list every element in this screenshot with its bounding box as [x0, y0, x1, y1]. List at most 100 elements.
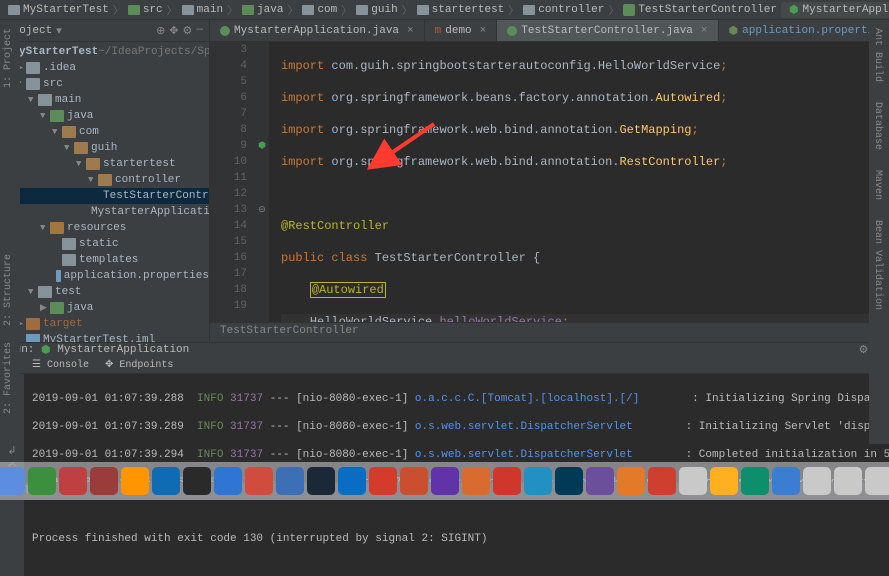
dock-app-12[interactable]	[307, 467, 335, 495]
favorites-stripe[interactable]: 2: Favorites	[0, 334, 17, 422]
breadcrumb-com[interactable]: com	[298, 4, 341, 16]
tree-resources[interactable]: ▼resources	[0, 220, 209, 236]
left-tool-strip: 1: Project 2: Structure 2: Favorites	[0, 20, 20, 444]
run-config-name: MystarterApplication	[57, 344, 189, 356]
dock-app-29[interactable]	[834, 467, 862, 495]
gear-icon[interactable]: ⚙	[859, 343, 869, 357]
spring-run-icon[interactable]: ⬢	[255, 138, 269, 154]
tree-idea[interactable]: ▶.idea	[0, 60, 209, 76]
tree-templates[interactable]: templates	[0, 252, 209, 268]
tab-demo[interactable]: mdemo×	[425, 20, 498, 41]
navigation-bar: MyStarterTest 〉src 〉main 〉java 〉com 〉gui…	[0, 0, 889, 20]
dock-app-13[interactable]	[338, 467, 366, 495]
tree-testjava[interactable]: ▶java	[0, 300, 209, 316]
code-editor[interactable]: 345678910111213141516171819 ⬢ ⊝ import c…	[210, 42, 889, 322]
dock-app-28[interactable]	[803, 467, 831, 495]
dock-app-20[interactable]	[555, 467, 583, 495]
structure-stripe[interactable]: 2: Structure	[0, 246, 17, 334]
tree-target[interactable]: ▶target	[0, 316, 209, 332]
tree-controller[interactable]: ▼controller	[0, 172, 209, 188]
tab-teststarter[interactable]: TestStarterController.java×	[497, 20, 718, 41]
tree-iml[interactable]: MyStarterTest.iml	[0, 332, 209, 342]
breadcrumb-main[interactable]: main	[178, 4, 227, 16]
bean-stripe[interactable]: Bean Validation	[869, 212, 886, 318]
dock-app-4[interactable]	[59, 467, 87, 495]
tree-main[interactable]: ▼main	[0, 92, 209, 108]
macos-dock[interactable]	[0, 462, 889, 500]
tree-src[interactable]: ▼src	[0, 76, 209, 92]
tree-file-mystarter[interactable]: MystarterApplication	[0, 204, 209, 220]
run-config-selector[interactable]: ⬢MystarterApplication ▾	[781, 2, 889, 18]
project-panel-header: Project ▾ ⊕ ✥ ⚙ —	[0, 20, 209, 42]
dock-app-11[interactable]	[276, 467, 304, 495]
dock-app-21[interactable]	[586, 467, 614, 495]
close-icon[interactable]: ×	[407, 25, 414, 37]
dock-app-26[interactable]	[741, 467, 769, 495]
project-stripe[interactable]: 1: Project	[0, 20, 17, 96]
console-tab[interactable]: ☰ Console	[24, 357, 97, 373]
tree-startertest[interactable]: ▼startertest	[0, 156, 209, 172]
editor-breadcrumb[interactable]: TestStarterController	[210, 322, 889, 342]
breadcrumb-file[interactable]: TestStarterController	[619, 4, 781, 16]
breadcrumb-controller[interactable]: controller	[519, 4, 608, 16]
right-tool-strip: Ant Build Database Maven Bean Validation	[869, 20, 889, 444]
dock-app-3[interactable]	[28, 467, 56, 495]
tree-static[interactable]: static	[0, 236, 209, 252]
tree-com[interactable]: ▼com	[0, 124, 209, 140]
gutter-icons: ⬢ ⊝	[255, 42, 269, 322]
dock-app-6[interactable]	[121, 467, 149, 495]
run-tool-window: Run: ⬢ MystarterApplication ⚙— ☰ Console…	[0, 342, 889, 482]
code-content[interactable]: import com.guih.springbootstarterautocon…	[269, 42, 889, 322]
tree-appprops[interactable]: application.properties	[0, 268, 209, 284]
project-tool-window: Project ▾ ⊕ ✥ ⚙ — ▼MyStarterTest ~/IdeaP…	[0, 20, 210, 342]
tree-test[interactable]: ▼test	[0, 284, 209, 300]
editor-area: MystarterApplication.java× mdemo× TestSt…	[210, 20, 889, 342]
dock-app-27[interactable]	[772, 467, 800, 495]
endpoints-tab[interactable]: ✥ Endpoints	[97, 357, 181, 373]
tree-root[interactable]: ▼MyStarterTest ~/IdeaProjects/SpringE	[0, 44, 209, 60]
dock-app-25[interactable]	[710, 467, 738, 495]
select-file-icon[interactable]: ✥	[169, 24, 178, 38]
breadcrumb-src[interactable]: src	[124, 4, 167, 16]
tab-mystarter[interactable]: MystarterApplication.java×	[210, 20, 425, 41]
dock-app-5[interactable]	[90, 467, 118, 495]
dock-app-9[interactable]	[214, 467, 242, 495]
dock-app-14[interactable]	[369, 467, 397, 495]
close-icon[interactable]: ×	[701, 25, 708, 37]
project-tree[interactable]: ▼MyStarterTest ~/IdeaProjects/SpringE ▶.…	[0, 42, 209, 342]
gear-icon[interactable]: ⚙	[183, 24, 193, 38]
dock-app-19[interactable]	[524, 467, 552, 495]
editor-tabs: MystarterApplication.java× mdemo× TestSt…	[210, 20, 889, 42]
collapse-icon[interactable]: ⊕	[156, 24, 165, 38]
dock-app-30[interactable]	[865, 467, 889, 495]
breadcrumb-startertest[interactable]: startertest	[413, 4, 509, 16]
line-gutter: 345678910111213141516171819	[210, 42, 255, 322]
tree-guih[interactable]: ▼guih	[0, 140, 209, 156]
dock-app-2[interactable]	[0, 467, 25, 495]
close-icon[interactable]: ×	[480, 25, 487, 37]
mapping-icon[interactable]: ⊝	[255, 202, 269, 218]
tab-appprops[interactable]: ⬢application.properties×	[719, 20, 889, 41]
dock-app-23[interactable]	[648, 467, 676, 495]
run-header: Run: ⬢ MystarterApplication ⚙—	[0, 343, 889, 357]
dock-app-18[interactable]	[493, 467, 521, 495]
tree-file-teststarter[interactable]: TestStarterControlle	[0, 188, 209, 204]
tree-java[interactable]: ▼java	[0, 108, 209, 124]
breadcrumb-guih[interactable]: guih	[352, 4, 401, 16]
ant-stripe[interactable]: Ant Build	[869, 20, 886, 90]
dock-app-16[interactable]	[431, 467, 459, 495]
dock-app-24[interactable]	[679, 467, 707, 495]
dock-app-17[interactable]	[462, 467, 490, 495]
run-tabs: ☰ Console ✥ Endpoints	[0, 357, 889, 374]
breadcrumb-root[interactable]: MyStarterTest	[4, 4, 113, 16]
maven-stripe[interactable]: Maven	[869, 162, 886, 208]
dock-app-7[interactable]	[152, 467, 180, 495]
breadcrumb-java[interactable]: java	[238, 4, 287, 16]
dock-app-22[interactable]	[617, 467, 645, 495]
wrap-icon[interactable]: ↲	[7, 444, 16, 458]
dock-app-8[interactable]	[183, 467, 211, 495]
database-stripe[interactable]: Database	[869, 94, 886, 158]
dock-app-10[interactable]	[245, 467, 273, 495]
hide-icon[interactable]: —	[196, 24, 203, 38]
dock-app-15[interactable]	[400, 467, 428, 495]
